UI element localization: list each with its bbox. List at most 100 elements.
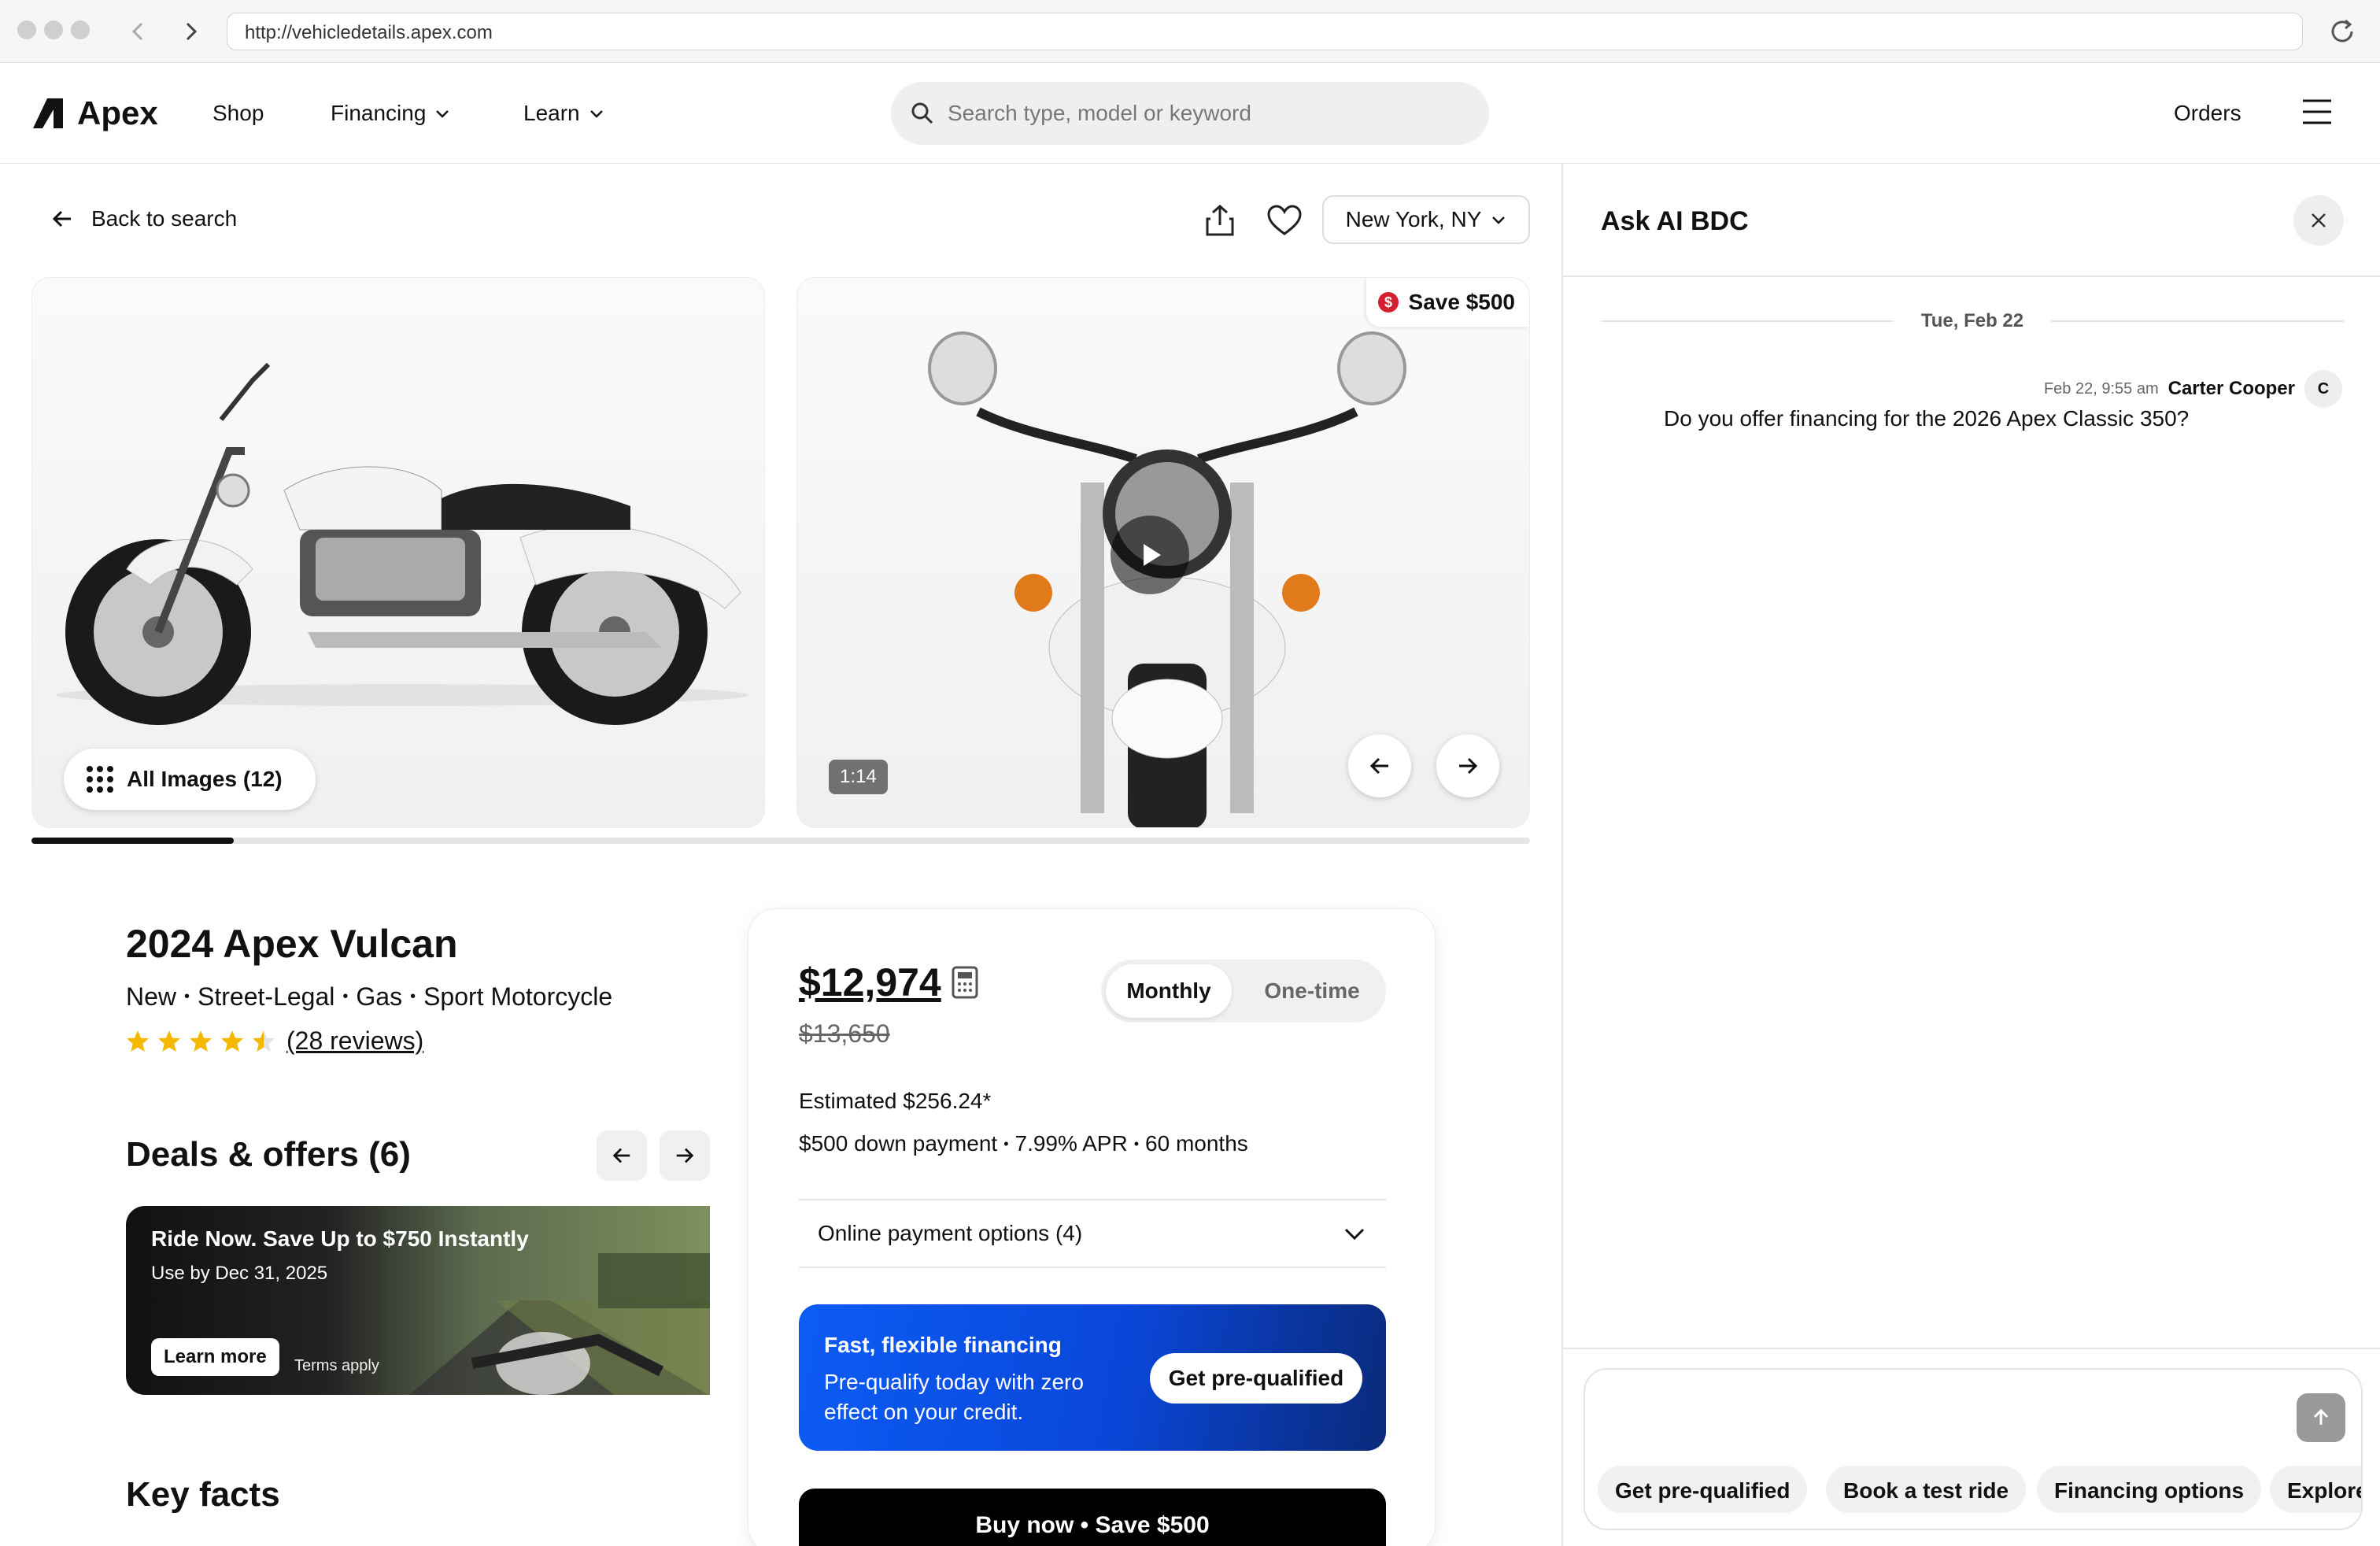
financing-title: Fast, flexible financing <box>824 1333 1062 1357</box>
top-nav: Apex Shop Financing Learn Search type, m… <box>0 63 2380 164</box>
financing-banner: Fast, flexible financing Pre-qualify tod… <box>799 1304 1386 1451</box>
apex-logo-icon <box>33 98 63 128</box>
arrow-right-icon <box>1459 757 1478 775</box>
gallery-progress-track <box>31 838 1530 844</box>
toggle-monthly[interactable]: Monthly <box>1106 964 1232 1018</box>
close-icon <box>2312 213 2326 227</box>
gallery-progress-fill <box>31 838 235 844</box>
window-close-dot[interactable] <box>17 20 36 39</box>
chevron-down-icon <box>1344 1228 1365 1241</box>
loan-term: 60 months <box>1145 1131 1248 1156</box>
rating-stars <box>126 1030 275 1053</box>
url-bar[interactable]: http://vehicledetails.apex.com <box>227 13 2303 50</box>
arrow-left-icon <box>52 210 71 227</box>
chevron-down-icon <box>589 110 603 118</box>
payment-toggle: Monthly One-time <box>1101 960 1386 1023</box>
price[interactable]: $12,974 <box>799 960 941 1005</box>
deals-next-button[interactable] <box>660 1130 710 1181</box>
window-minimize-dot[interactable] <box>44 20 63 39</box>
chip-get-prequalified[interactable]: Get pre-qualified <box>1598 1466 1808 1513</box>
payment-terms: $500 down payment • 7.99% APR • 60 month… <box>799 1131 1248 1156</box>
save-badge: $ Save $500 <box>1366 278 1529 327</box>
browser-forward-icon[interactable] <box>178 19 203 44</box>
avatar: C <box>2304 370 2342 408</box>
learn-more-button[interactable]: Learn more <box>151 1338 279 1376</box>
apr: 7.99% APR <box>1014 1131 1128 1156</box>
chip-book-test-ride[interactable]: Book a test ride <box>1826 1466 2027 1513</box>
toggle-one-time[interactable]: One-time <box>1243 964 1381 1018</box>
window-zoom-dot[interactable] <box>71 20 90 39</box>
reload-icon[interactable] <box>2326 16 2358 47</box>
star-icon <box>158 1030 180 1052</box>
back-to-search[interactable]: Back to search <box>50 206 237 231</box>
share-icon[interactable] <box>1204 203 1236 238</box>
old-price: $13,650 <box>799 1019 890 1048</box>
composer-divider <box>1563 1348 2380 1349</box>
gallery-next-button[interactable] <box>1436 734 1499 797</box>
grid-icon <box>87 766 113 793</box>
gallery-image-side[interactable]: All Images (12) <box>31 277 765 828</box>
star-icon <box>190 1030 212 1052</box>
chat-title: Ask AI BDC <box>1601 206 1749 236</box>
message-author: Carter Cooper <box>2168 378 2295 399</box>
star-icon <box>221 1030 243 1052</box>
financing-text: Pre-qualify today with zero effect on yo… <box>824 1370 1084 1424</box>
rating: (28 reviews) <box>126 1026 423 1056</box>
down-payment: $500 down payment <box>799 1131 998 1156</box>
offer-title: Ride Now. Save Up to $750 Instantly <box>151 1226 529 1251</box>
chevron-down-icon <box>436 110 449 118</box>
vehicle-title: 2024 Apex Vulcan <box>126 922 458 966</box>
tag-type: Sport Motorcycle <box>423 982 613 1011</box>
star-icon <box>127 1030 149 1052</box>
nav-shop[interactable]: Shop <box>213 101 264 126</box>
deals-prev-button[interactable] <box>597 1130 647 1181</box>
tag-condition: New <box>126 982 177 1011</box>
arrow-left-icon <box>1369 757 1388 775</box>
payment-options-accordion[interactable]: Online payment options (4) <box>799 1199 1386 1268</box>
search-placeholder: Search type, model or keyword <box>948 101 1251 125</box>
favorite-heart-icon[interactable] <box>1267 205 1302 236</box>
tag-legality: Street-Legal <box>198 982 335 1011</box>
location-select[interactable]: New York, NY <box>1322 195 1530 244</box>
send-button[interactable] <box>2297 1393 2345 1442</box>
dollar-badge-icon: $ <box>1377 292 1399 313</box>
motorcycle-side-image <box>56 362 748 725</box>
star-icon <box>253 1030 275 1052</box>
reviews-link[interactable]: (28 reviews) <box>286 1026 423 1056</box>
key-facts-heading: Key facts <box>126 1475 280 1514</box>
message-header: Feb 22, 9:55 am Carter Cooper C <box>1563 370 2342 408</box>
browser-back-icon[interactable] <box>126 19 151 44</box>
video-duration: 1:14 <box>829 760 888 794</box>
arrow-left-icon <box>612 1148 630 1163</box>
menu-icon[interactable] <box>2301 98 2333 126</box>
gallery-video-front[interactable]: $ Save $500 1:14 <box>796 277 1530 828</box>
svg-text:$: $ <box>1384 294 1392 310</box>
ai-chat-panel: Ask AI BDC Tue, Feb 22 Feb 22, 9:55 am C… <box>1561 164 2380 1546</box>
payment-options-label: Online payment options (4) <box>818 1221 1083 1245</box>
play-button[interactable] <box>1111 516 1189 594</box>
buy-now-button[interactable]: Buy now • Save $500 <box>799 1489 1386 1546</box>
gallery-prev-button[interactable] <box>1348 734 1411 797</box>
search-input[interactable]: Search type, model or keyword <box>891 82 1489 145</box>
price-row: $12,974 <box>799 960 979 1005</box>
estimated-payment: Estimated $256.24* <box>799 1089 992 1113</box>
orders-link[interactable]: Orders <box>2174 101 2241 126</box>
nav-learn[interactable]: Learn <box>523 101 605 126</box>
terms-apply: Terms apply <box>294 1357 379 1374</box>
browser-chrome: http://vehicledetails.apex.com <box>0 0 2380 63</box>
arrow-right-icon <box>676 1148 694 1163</box>
brand-name: Apex <box>77 94 158 131</box>
all-images-button[interactable]: All Images (12) <box>64 749 316 810</box>
chevron-down-icon <box>1492 216 1506 224</box>
brand-logo[interactable]: Apex <box>31 94 158 132</box>
chat-message: Do you offer financing for the 2026 Apex… <box>1664 406 2190 431</box>
offer-date: Use by Dec 31, 2025 <box>151 1263 328 1284</box>
panel-divider <box>1563 276 2380 277</box>
deal-offer-card[interactable]: Ride Now. Save Up to $750 Instantly Use … <box>126 1206 710 1395</box>
chip-explore[interactable]: Explore <box>2270 1466 2361 1513</box>
close-chat-button[interactable] <box>2293 195 2344 246</box>
calculator-icon[interactable] <box>951 965 979 1000</box>
get-prequalified-button[interactable]: Get pre-qualified <box>1150 1353 1362 1404</box>
nav-financing[interactable]: Financing <box>331 101 451 126</box>
chip-financing-options[interactable]: Financing options <box>2037 1466 2262 1513</box>
